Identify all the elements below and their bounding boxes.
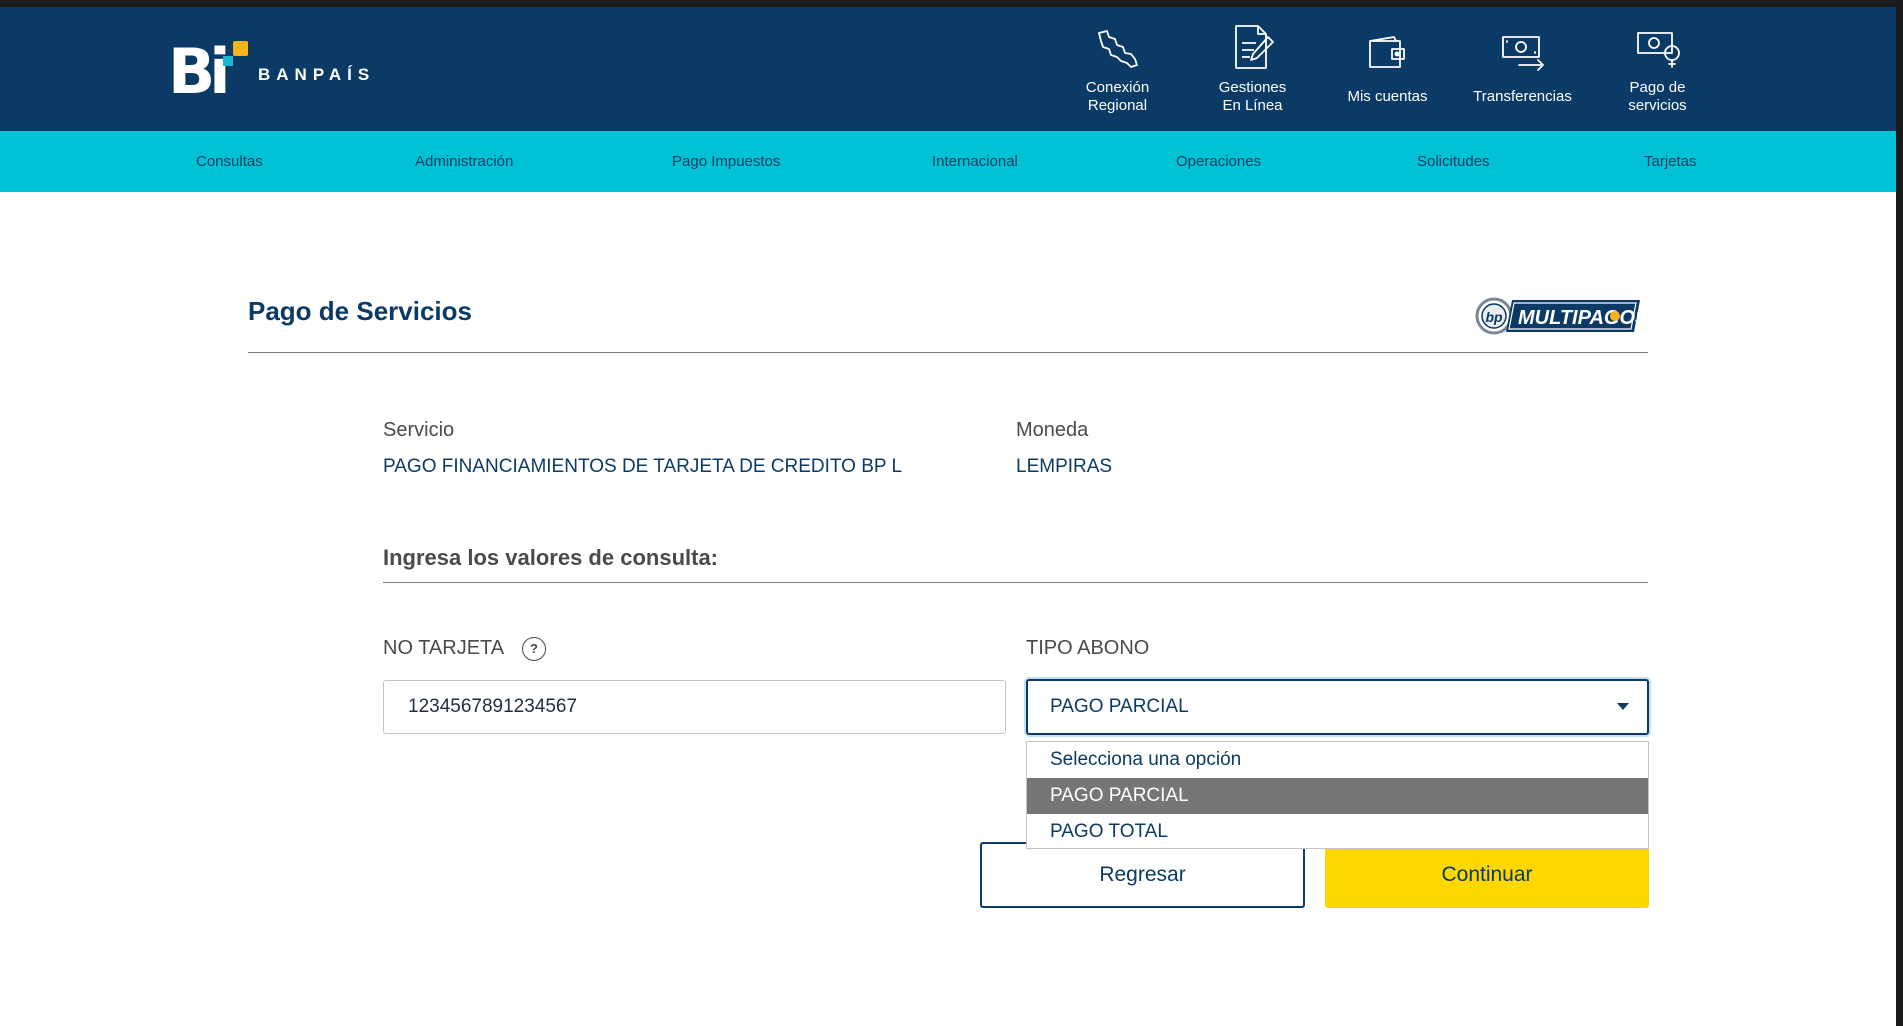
option-pago-parcial[interactable]: PAGO PARCIAL [1027, 778, 1648, 814]
window-top-edge [0, 0, 1903, 7]
continue-button[interactable]: Continuar [1325, 842, 1649, 908]
service-label: Servicio [383, 419, 455, 441]
topnav-label: Mis cuentas [1347, 88, 1428, 105]
logo-accent-square [233, 41, 248, 56]
title-divider [248, 352, 1648, 353]
subnav-operaciones[interactable]: Operaciones [1176, 131, 1261, 192]
topnav-label: Pago de servicios [1628, 79, 1687, 114]
subnav-consultas[interactable]: Consultas [196, 131, 263, 192]
currency-label: Moneda [1016, 419, 1089, 441]
logo-wordmark: BANPAÍS [258, 65, 376, 84]
service-value: PAGO FINANCIAMIENTOS DE TARJETA DE CREDI… [383, 456, 903, 477]
document-edit-icon [1234, 25, 1274, 69]
back-button[interactable]: Regresar [980, 842, 1305, 908]
subnav-administracion[interactable]: Administración [415, 131, 513, 192]
query-section-title: Ingresa los valores de consulta: [383, 545, 719, 570]
subnav-solicitudes[interactable]: Solicitudes [1417, 131, 1490, 192]
subnav-internacional[interactable]: Internacional [932, 131, 1018, 192]
help-icon[interactable]: ? [522, 637, 546, 661]
subnav-pago-impuestos[interactable]: Pago Impuestos [672, 131, 780, 192]
page-title: Pago de Servicios [248, 296, 472, 326]
card-number-label: NO TARJETA [383, 637, 505, 659]
logo-accent-small-square [223, 56, 233, 66]
banpais-logo[interactable]: Bi BANPAÍS [168, 37, 375, 107]
multipagos-logo-prefix: bp [1485, 309, 1503, 325]
topnav-mis-cuentas[interactable]: Mis cuentas [1320, 17, 1455, 122]
topnav-label: Conexión Regional [1085, 79, 1150, 114]
multipagos-logo-text1: MULTI [1518, 307, 1578, 329]
topnav-gestiones-en-linea[interactable]: Gestiones En Línea [1185, 17, 1320, 122]
topnav-label: Transferencias [1473, 88, 1572, 105]
svg-text:MULTIPAGOS: MULTIPAGOS [1518, 307, 1644, 329]
main-header: Bi BANPAÍS Conexión Regional Gestiones E… [0, 7, 1896, 131]
topnav-pago-de-servicios[interactable]: Pago de servicios [1590, 17, 1725, 122]
logo-mark-text: Bi [168, 35, 230, 108]
chevron-down-icon [1617, 703, 1629, 710]
payment-type-selected-value: PAGO PARCIAL [1050, 696, 1189, 717]
money-transfer-icon [1501, 36, 1544, 71]
secondary-navigation: Consultas Administración Pago Impuestos … [0, 131, 1896, 192]
card-number-input[interactable] [383, 680, 1006, 734]
payment-type-label: TIPO ABONO [1026, 637, 1150, 659]
subnav-tarjetas[interactable]: Tarjetas [1644, 131, 1697, 192]
option-pago-total[interactable]: PAGO TOTAL [1027, 814, 1648, 850]
topnav-transferencias[interactable]: Transferencias [1455, 17, 1590, 122]
top-navigation: Conexión Regional Gestiones En Línea Mis… [1050, 17, 1725, 122]
bill-payment-icon [1636, 32, 1680, 68]
topnav-label: Gestiones En Línea [1218, 79, 1287, 114]
payment-type-select[interactable]: PAGO PARCIAL [1026, 679, 1649, 735]
payment-type-dropdown: Selecciona una opción PAGO PARCIAL PAGO … [1026, 741, 1649, 849]
window-right-edge [1896, 0, 1903, 1026]
currency-value: LEMPIRAS [1016, 456, 1113, 477]
section-divider [383, 582, 1648, 583]
multipagos-logo: bp MULTIPAGOS [1475, 297, 1644, 335]
option-select-placeholder[interactable]: Selecciona una opción [1027, 742, 1648, 778]
logo-mark: Bi [168, 37, 252, 107]
wallet-icon [1368, 36, 1405, 68]
map-route-icon [1097, 30, 1138, 68]
topnav-conexion-regional[interactable]: Conexión Regional [1050, 17, 1185, 122]
